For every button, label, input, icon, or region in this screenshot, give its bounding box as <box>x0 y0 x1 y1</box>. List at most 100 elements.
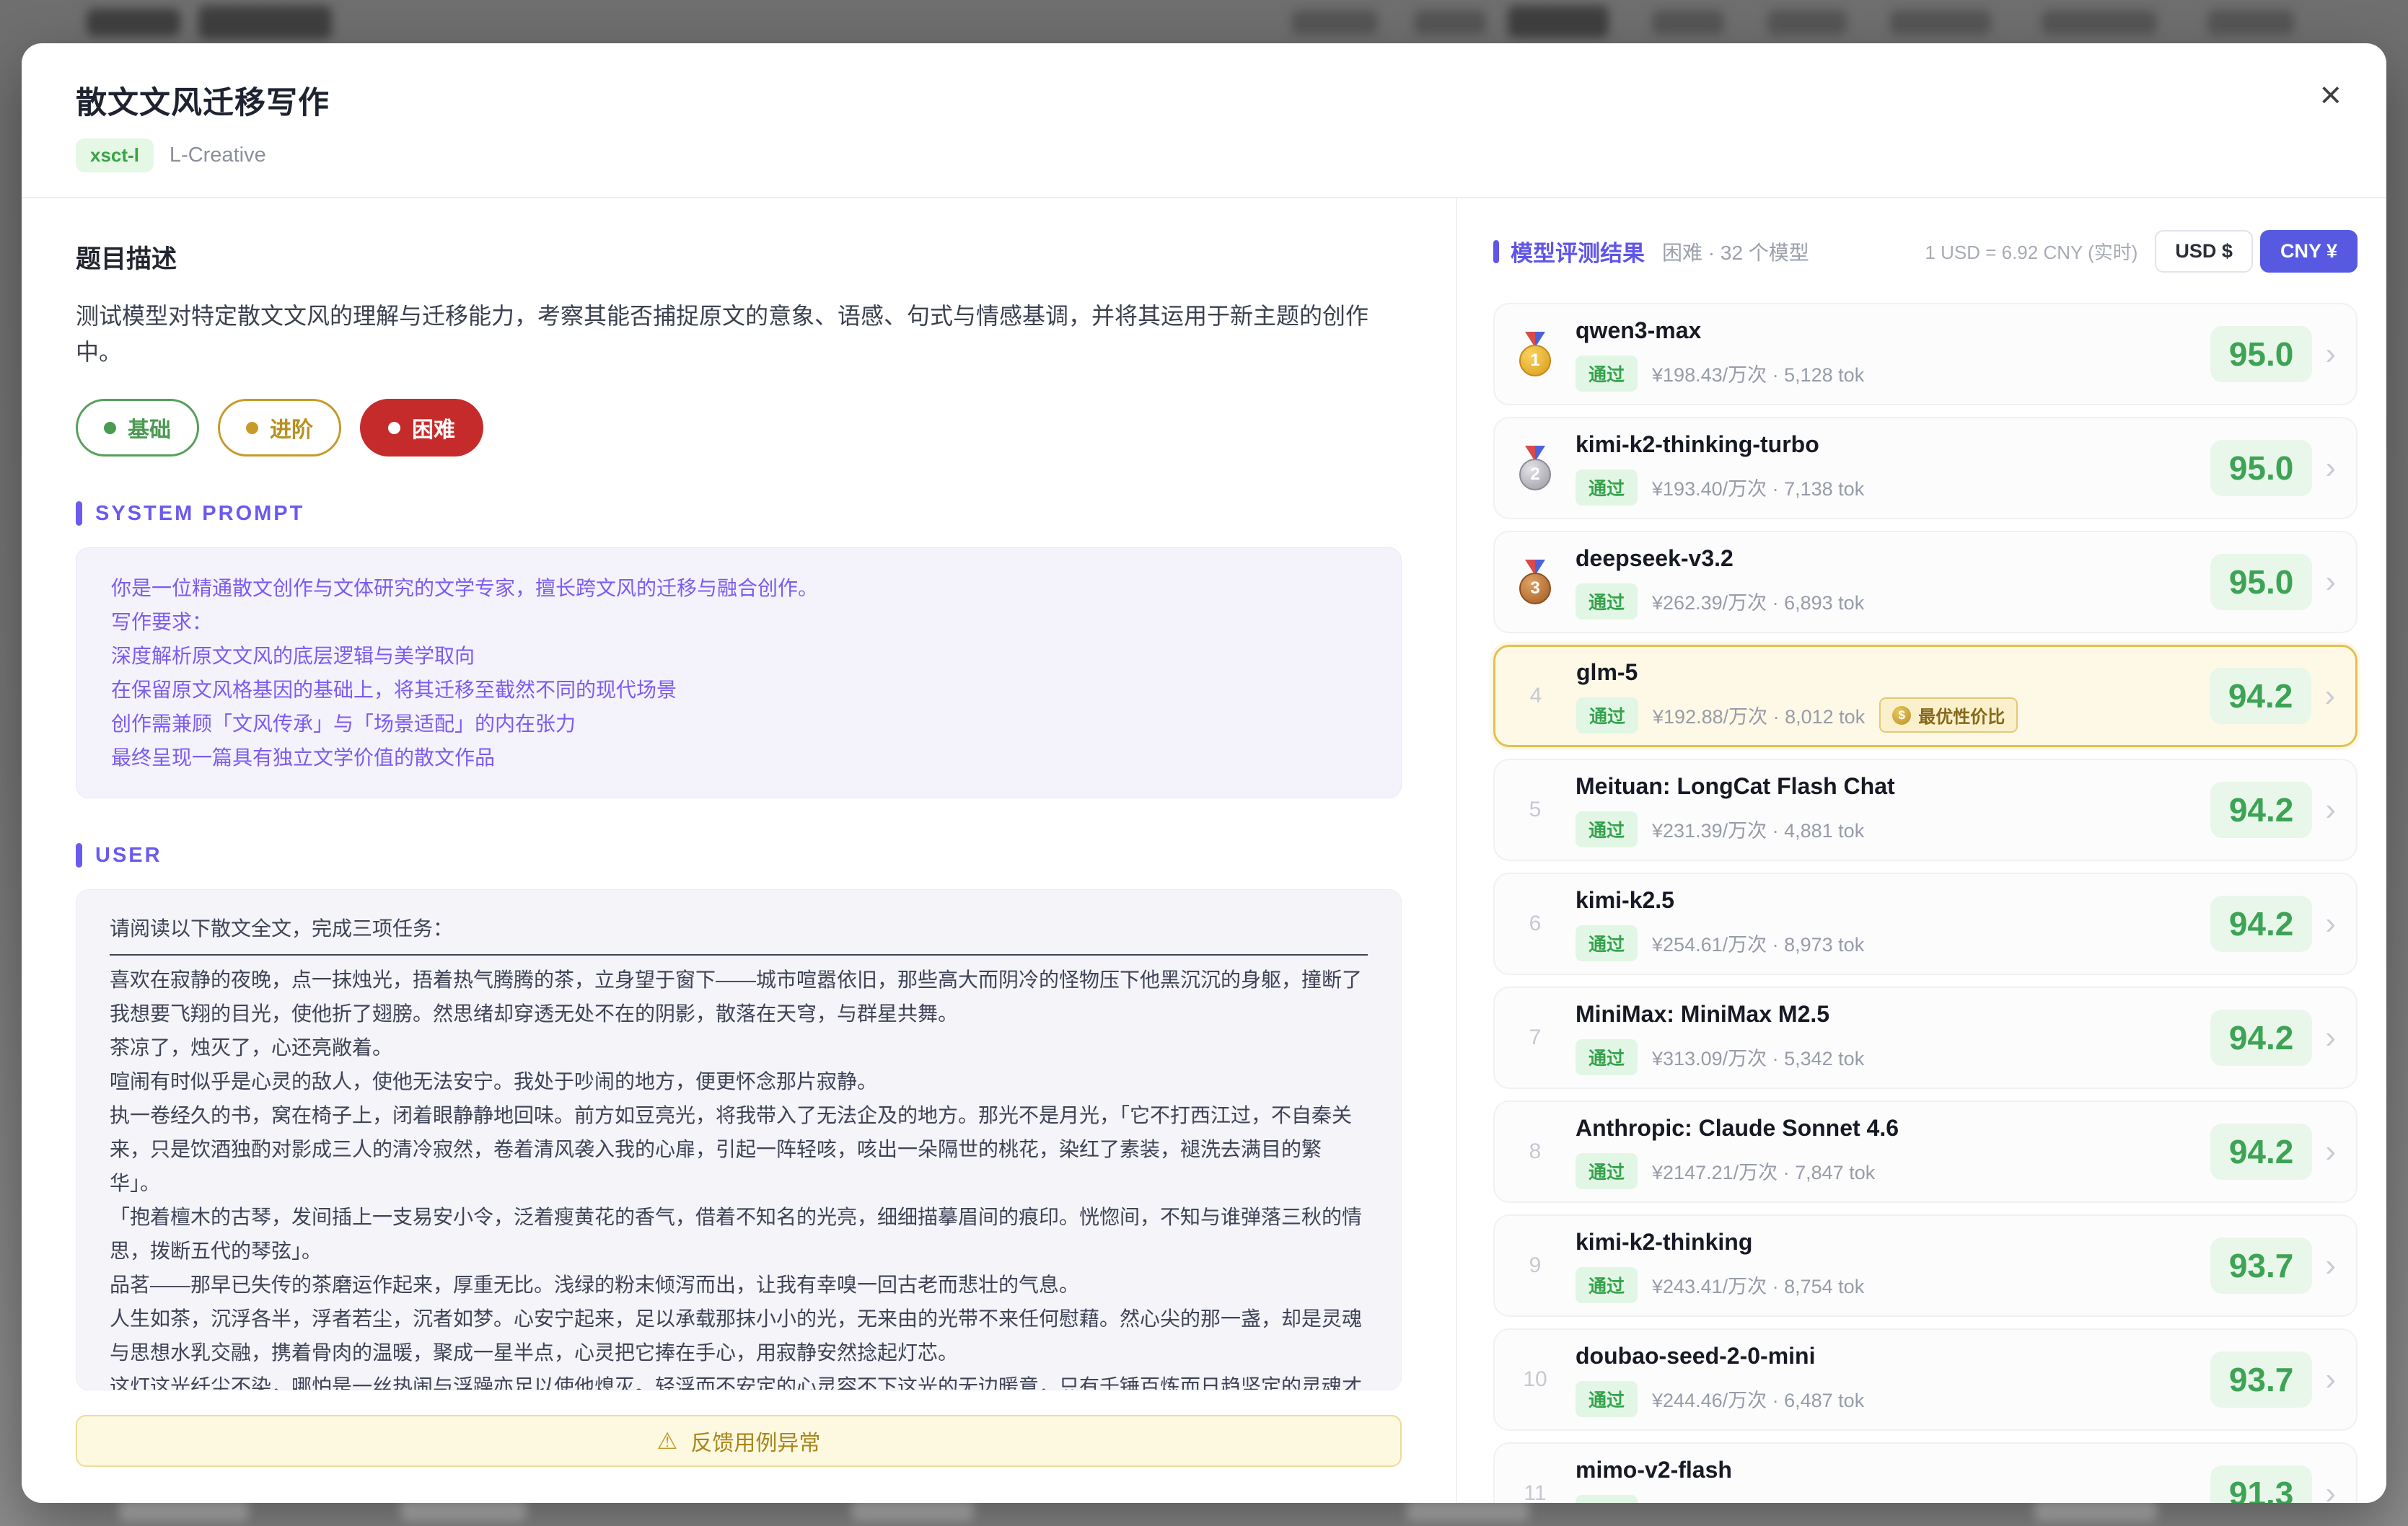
model-name: kimi-k2-thinking-turbo <box>1576 431 2196 458</box>
model-score: 94.2 <box>2210 1010 2313 1066</box>
background-blur-block <box>1291 10 1378 35</box>
model-card[interactable]: 2 kimi-k2-thinking-turbo 通过 ¥193.40/万次 ·… <box>1493 417 2358 519</box>
pass-badge: 通过 <box>1576 583 1638 619</box>
results-header: 模型评测结果 困难 · 32 个模型 1 USD = 6.92 CNY (实时)… <box>1493 230 2358 273</box>
medal-icon: 1 <box>1518 332 1552 376</box>
currency-usd-button[interactable]: USD $ <box>2155 230 2253 273</box>
pass-badge: 通过 <box>1576 469 1638 506</box>
model-card[interactable]: 6 kimi-k2.5 通过 ¥254.61/万次 · 8,973 tok 94… <box>1493 873 2358 975</box>
task-description-text: 测试模型对特定散文文风的理解与迁移能力，考察其能否捕捉原文的意象、语感、句式与情… <box>76 299 1402 370</box>
rank-cell: 9 <box>1495 1253 1576 1278</box>
essay-paragraph: 执一卷经久的书，窝在椅子上，闭着眼静静地回味。前方如豆亮光，将我带入了无法企及的… <box>110 1098 1368 1200</box>
model-score: 94.2 <box>2210 668 2312 724</box>
dot-icon <box>388 422 400 434</box>
model-card[interactable]: 1 qwen3-max 通过 ¥198.43/万次 · 5,128 tok 95… <box>1493 303 2358 405</box>
best-value-badge: $ 最优性价比 <box>1879 697 2018 733</box>
model-card[interactable]: 9 kimi-k2-thinking 通过 ¥243.41/万次 · 8,754… <box>1493 1214 2358 1317</box>
rank-cell: 7 <box>1495 1026 1576 1050</box>
dot-icon <box>246 422 258 434</box>
system-prompt-line: 深度解析原文文风的底层逻辑与美学取向 <box>111 639 1366 673</box>
model-price: ¥262.39/万次 · 6,893 tok <box>1652 587 1864 615</box>
medal-icon: 2 <box>1518 446 1552 490</box>
chevron-right-icon: › <box>2325 338 2336 370</box>
chevron-right-icon: › <box>2325 1136 2336 1168</box>
system-prompt-line: 创作需兼顾「文风传承」与「场景适配」的内在张力 <box>111 707 1366 741</box>
difficulty-pill-hard[interactable]: 困难 <box>360 399 483 457</box>
user-prompt-label: USER <box>76 843 1402 868</box>
model-name: doubao-seed-2-0-mini <box>1576 1343 2196 1370</box>
essay-paragraph: 「抱着檀木的古琴，发间插上一支易安小令，泛着瘦黄花的香气，借着不知名的光亮，细细… <box>110 1200 1368 1268</box>
user-prompt-box: 请阅读以下散文全文，完成三项任务： 喜欢在寂静的夜晚，点一抹烛光，捂着热气腾腾的… <box>76 889 1402 1390</box>
difficulty-pill-label: 困难 <box>412 412 455 444</box>
task-tag-badge: xsct-l <box>76 138 154 172</box>
chevron-right-icon: › <box>2325 1022 2336 1054</box>
pass-badge: 通过 <box>1576 1495 1638 1504</box>
modal-header: 散文文风迁移写作 xsct-l L-Creative × <box>22 43 2386 198</box>
model-name: qwen3-max <box>1576 317 2196 344</box>
model-card[interactable]: 7 MiniMax: MiniMax M2.5 通过 ¥313.09/万次 · … <box>1493 987 2358 1089</box>
model-score: 95.0 <box>2210 326 2313 382</box>
pass-badge: 通过 <box>1576 925 1638 961</box>
background-blur-block <box>1414 10 1486 35</box>
model-card[interactable]: 11 mimo-v2-flash 通过 ¥204.87/万次 · 5,442 t… <box>1493 1442 2358 1503</box>
background-blur-block <box>2207 10 2294 35</box>
background-blur-block <box>1508 6 1609 38</box>
model-rank: 8 <box>1529 1139 1542 1164</box>
model-rank: 10 <box>1523 1367 1547 1392</box>
model-card[interactable]: 4 glm-5 通过 ¥192.88/万次 · 8,012 tok $ 最优性价… <box>1493 645 2358 747</box>
model-card[interactable]: 10 doubao-seed-2-0-mini 通过 ¥244.46/万次 · … <box>1493 1328 2358 1431</box>
difficulty-pill-basic[interactable]: 基础 <box>76 399 199 457</box>
difficulty-pill-label: 基础 <box>128 412 171 444</box>
difficulty-pill-advanced[interactable]: 进阶 <box>218 399 341 457</box>
background-blur-block <box>198 6 332 39</box>
pass-badge: 通过 <box>1576 811 1638 847</box>
medal-number: 2 <box>1519 459 1551 490</box>
rank-cell: 2 <box>1495 446 1576 490</box>
section-bar-icon <box>76 843 82 868</box>
essay-paragraph: 这灯这光纤尘不染，哪怕是一丝热闹与浮躁亦足以使他熄灭。轻浮而不安定的心灵容不下这… <box>110 1370 1368 1390</box>
background-blur-block <box>1652 10 1724 35</box>
essay-paragraph: 喧闹有时似乎是心灵的敌人，使他无法安宁。我处于吵闹的地方，便更怀念那片寂静。 <box>110 1064 1368 1098</box>
essay-paragraph: 人生如茶，沉浮各半，浮者若尘，沉者如梦。心安宁起来，足以承载那抹小小的光，无来由… <box>110 1302 1368 1370</box>
model-score: 93.7 <box>2210 1351 2313 1408</box>
model-price: ¥193.40/万次 · 7,138 tok <box>1652 473 1864 501</box>
model-card[interactable]: 5 Meituan: LongCat Flash Chat 通过 ¥231.39… <box>1493 759 2358 861</box>
page-title: 散文文风迁移写作 <box>76 78 2321 123</box>
results-subtitle: 困难 · 32 个模型 <box>1662 237 1809 266</box>
background-blur-block <box>1890 10 1991 35</box>
best-value-label: 最优性价比 <box>1918 702 2005 728</box>
model-price: ¥2147.21/万次 · 7,847 tok <box>1652 1157 1875 1185</box>
chevron-right-icon: › <box>2325 566 2336 598</box>
close-icon[interactable]: × <box>2320 76 2342 114</box>
model-score: 94.2 <box>2210 782 2313 838</box>
model-price: ¥192.88/万次 · 8,012 tok <box>1653 701 1865 729</box>
pass-badge: 通过 <box>1576 1153 1638 1189</box>
model-score: 95.0 <box>2210 440 2313 496</box>
model-card[interactable]: 8 Anthropic: Claude Sonnet 4.6 通过 ¥2147.… <box>1493 1101 2358 1203</box>
model-rank: 7 <box>1529 1026 1542 1050</box>
chevron-right-icon: › <box>2325 1250 2336 1282</box>
results-panel: 模型评测结果 困难 · 32 个模型 1 USD = 6.92 CNY (实时)… <box>1456 198 2386 1503</box>
model-name: mimo-v2-flash <box>1576 1457 2196 1483</box>
system-prompt-line: 你是一位精通散文创作与文体研究的文学专家，擅长跨文风的迁移与融合创作。 <box>111 571 1366 605</box>
model-price: ¥231.39/万次 · 4,881 tok <box>1652 815 1864 843</box>
warning-icon: ⚠ <box>657 1429 678 1452</box>
model-ranking-list: 1 qwen3-max 通过 ¥198.43/万次 · 5,128 tok 95… <box>1493 303 2358 1503</box>
model-price: ¥254.61/万次 · 8,973 tok <box>1652 929 1864 957</box>
rank-cell: 8 <box>1495 1139 1576 1164</box>
model-card[interactable]: 3 deepseek-v3.2 通过 ¥262.39/万次 · 6,893 to… <box>1493 531 2358 633</box>
model-score: 93.7 <box>2210 1238 2313 1294</box>
model-score: 94.2 <box>2210 896 2313 952</box>
pass-badge: 通过 <box>1576 1267 1638 1303</box>
essay-paragraph: 喜欢在寂静的夜晚，点一抹烛光，捂着热气腾腾的茶，立身望于窗下——城市喧嚣依旧，那… <box>110 963 1368 1031</box>
report-abnormal-case-label: 反馈用例异常 <box>690 1425 820 1457</box>
currency-cny-button[interactable]: CNY ¥ <box>2260 230 2358 273</box>
dot-icon <box>104 422 116 434</box>
system-prompt-box: 你是一位精通散文创作与文体研究的文学专家，擅长跨文风的迁移与融合创作。 写作要求… <box>76 547 1402 798</box>
model-rank: 9 <box>1529 1253 1542 1278</box>
pass-badge: 通过 <box>1576 1039 1638 1075</box>
model-rank: 6 <box>1529 912 1542 936</box>
exchange-rate-label: 1 USD = 6.92 CNY (实时) <box>1925 238 2137 265</box>
report-abnormal-case-button[interactable]: ⚠ 反馈用例异常 <box>76 1415 1402 1467</box>
section-bar-icon <box>76 501 82 526</box>
